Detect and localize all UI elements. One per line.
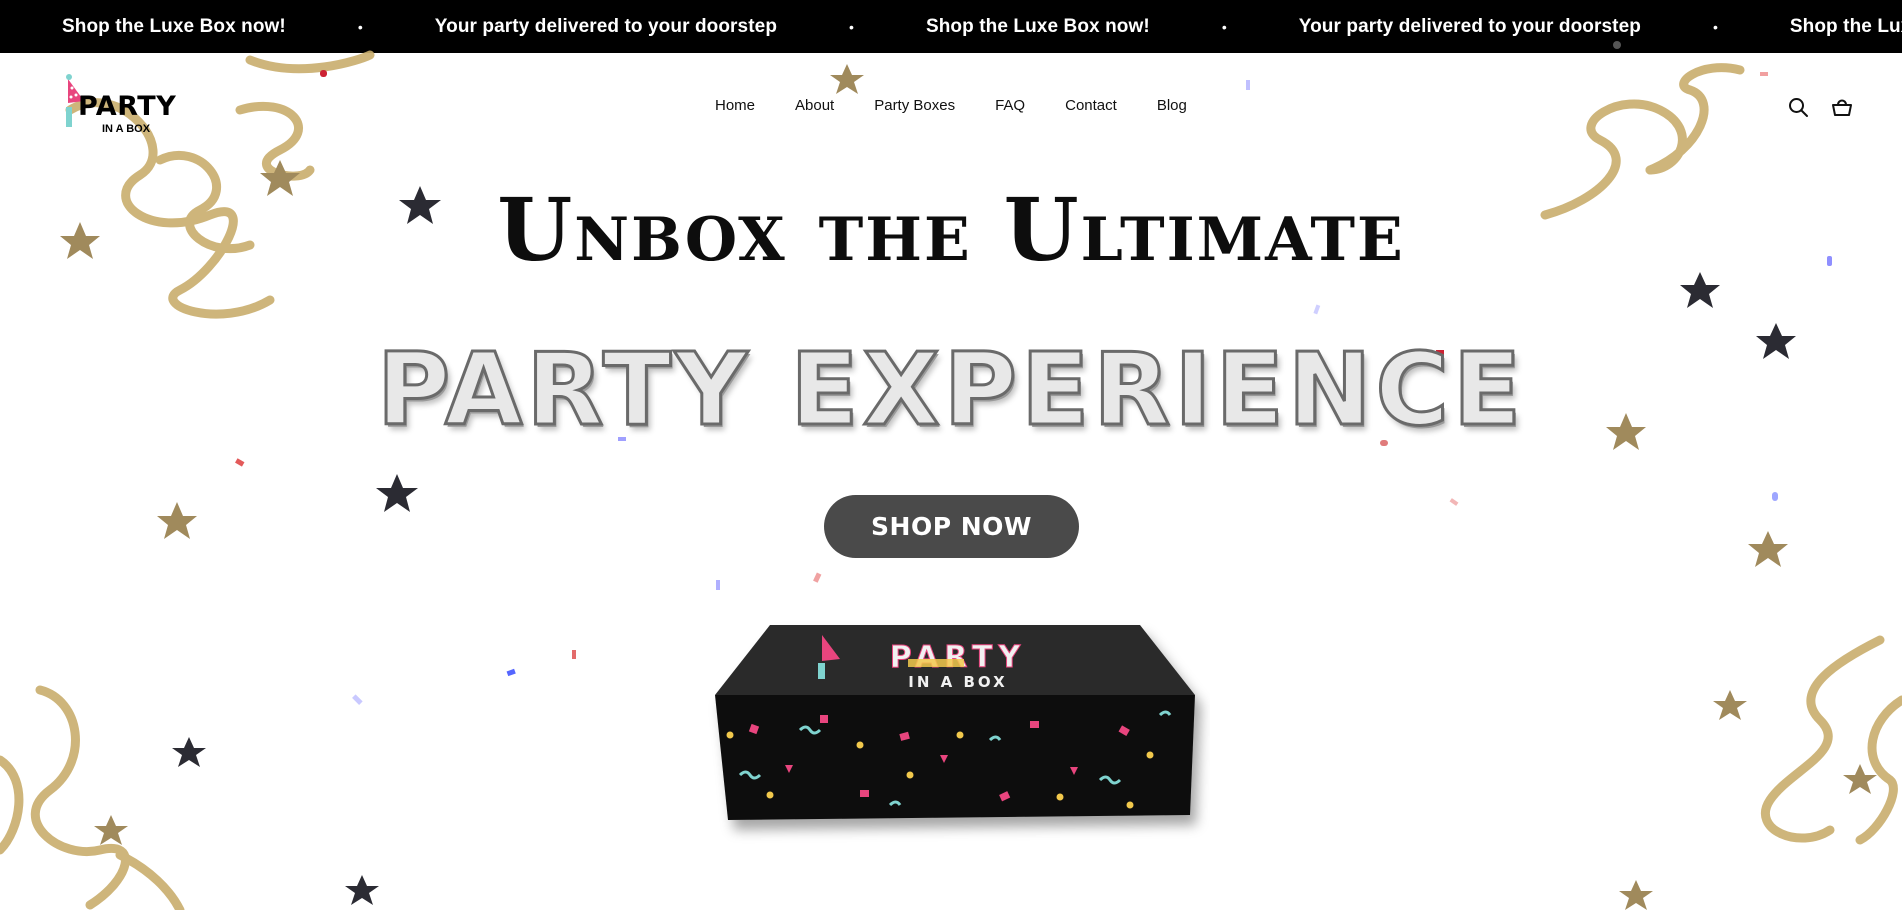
nav-faq[interactable]: FAQ: [995, 97, 1025, 114]
header-actions: [1786, 95, 1854, 119]
announcement-track: Shop the Luxe Box now! • Your party deli…: [62, 0, 1902, 53]
announcement-separator: •: [357, 18, 363, 35]
announcement-separator: •: [1712, 18, 1718, 35]
main-navigation: Home About Party Boxes FAQ Contact Blog: [715, 97, 1227, 114]
nav-home[interactable]: Home: [715, 97, 755, 114]
logo-subtitle: IN A BOX: [102, 123, 151, 135]
party-box-image: PARTY IN A BOX: [700, 615, 1210, 855]
announcement-separator: •: [1221, 18, 1227, 35]
announcement-separator: •: [849, 18, 854, 35]
announcement-message[interactable]: Shop the Luxe Box now!: [1790, 16, 1902, 38]
announcement-message[interactable]: Shop the Luxe Box now!: [926, 16, 1150, 38]
nav-contact[interactable]: Contact: [1065, 97, 1117, 114]
search-icon[interactable]: [1786, 95, 1810, 119]
nav-blog[interactable]: Blog: [1157, 97, 1187, 114]
nav-party-boxes[interactable]: Party Boxes: [874, 97, 955, 114]
gold-ribbon-decoration: [1760, 635, 1902, 845]
cart-icon[interactable]: [1830, 95, 1854, 119]
site-header: PARTY IN A BOX Home About Party Boxes FA…: [0, 53, 1902, 163]
announcement-bar: Shop the Luxe Box now! • Your party deli…: [0, 0, 1902, 53]
site-logo[interactable]: PARTY IN A BOX: [64, 69, 194, 143]
announcement-message[interactable]: Shop the Luxe Box now!: [62, 16, 286, 38]
logo-wordmark: PARTY: [78, 91, 177, 122]
hero-heading: Unbox the Ultimate: [497, 180, 1405, 281]
gold-ribbon-decoration: [0, 685, 185, 910]
announcement-message[interactable]: Your party delivered to your doorstep: [435, 16, 777, 38]
announcement-message[interactable]: Your party delivered to your doorstep: [1299, 16, 1641, 38]
shop-now-button[interactable]: SHOP NOW: [824, 495, 1079, 558]
party-box-illustration: PARTY IN A BOX: [715, 625, 1195, 820]
hero-balloon-heading: PARTY EXPERIENCE: [375, 331, 1526, 448]
box-logo-word: PARTY: [890, 640, 1026, 675]
nav-about[interactable]: About: [795, 97, 834, 114]
box-logo-subtitle: IN A BOX: [908, 673, 1007, 691]
